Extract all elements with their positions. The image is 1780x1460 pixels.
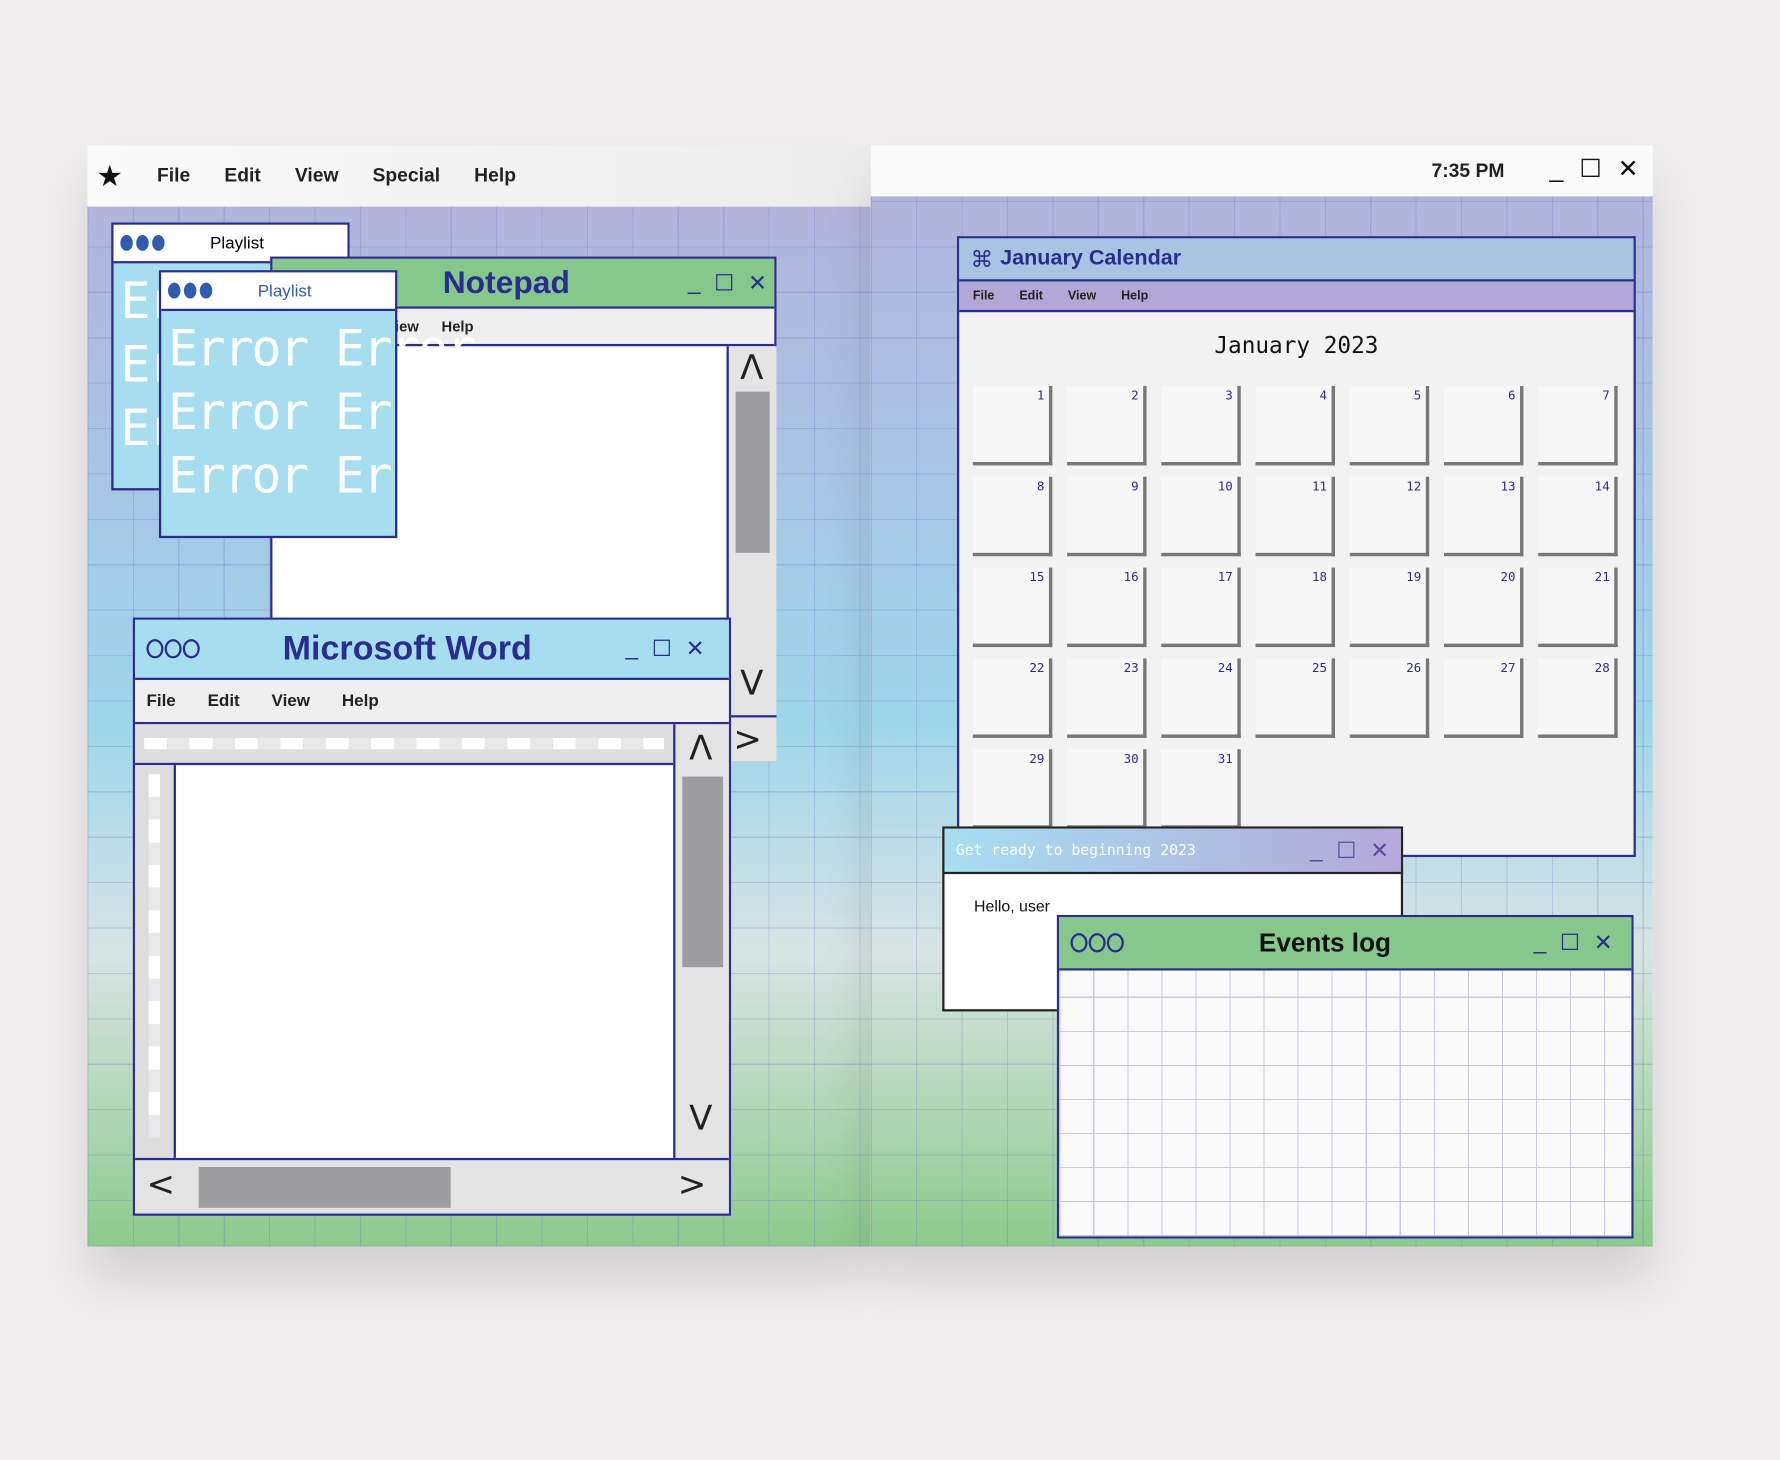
scroll-right-icon[interactable]: > (733, 720, 762, 760)
calendar-day[interactable]: 28 (1538, 658, 1618, 738)
calendar-day[interactable]: 12 (1349, 476, 1430, 557)
calendar-day[interactable]: 11 (1255, 476, 1335, 557)
menu-bar: ★ File Edit View Special Help (87, 145, 871, 207)
menu-view[interactable]: View (1068, 289, 1096, 303)
stage: ★ File Edit View Special Help 7:35 PM _ ☐ ✕ … (0, 0, 1780, 1460)
close-icon[interactable]: ✕ (1370, 836, 1389, 864)
calendar-day[interactable]: 22 (972, 658, 1053, 738)
calendar-day[interactable]: 9 (1067, 476, 1147, 557)
scroll-thumb[interactable] (682, 776, 724, 968)
star-icon[interactable]: ★ (96, 158, 122, 193)
maximize-icon[interactable]: ☐ (1336, 836, 1356, 864)
menu-edit[interactable]: Edit (1019, 289, 1043, 303)
scroll-down-icon[interactable]: V (740, 664, 763, 704)
clock: 7:35 PM (1431, 160, 1505, 182)
menu-file[interactable]: File (973, 289, 995, 303)
menu-help[interactable]: Help (474, 165, 516, 188)
scroll-thumb[interactable] (735, 391, 770, 553)
scroll-right-icon[interactable]: > (678, 1165, 707, 1205)
minimize-icon[interactable]: _ (1310, 837, 1323, 863)
calendar-day[interactable]: 26 (1349, 658, 1430, 738)
minimize-icon[interactable]: _ (688, 270, 701, 296)
calendar-day[interactable]: 7 (1538, 385, 1618, 466)
greeting-title: Get ready to beginning 2023 (955, 841, 1196, 859)
scroll-left-icon[interactable]: < (146, 1165, 175, 1205)
word-window[interactable]: Microsoft Word _ ☐ ✕ File Edit View Help Λ V … (132, 617, 732, 1216)
menu-view[interactable]: View (272, 691, 311, 710)
minimize-icon[interactable]: _ (1534, 930, 1547, 956)
maximize-icon[interactable]: ☐ (714, 268, 734, 296)
calendar-day[interactable]: 13 (1443, 476, 1524, 557)
calendar-day[interactable]: 10 (1161, 476, 1241, 557)
calendar-day[interactable]: 30 (1067, 749, 1147, 829)
events-log-window[interactable]: Events log _ ☐ ✕ (1056, 914, 1634, 1239)
menu-help[interactable]: Help (1121, 289, 1148, 303)
calendar-day[interactable]: 3 (1161, 385, 1241, 466)
vertical-scrollbar[interactable]: Λ V (726, 346, 777, 716)
calendar-day[interactable]: 19 (1349, 567, 1430, 648)
error-text: Error Error (168, 383, 476, 442)
maximize-icon[interactable]: ☐ (1579, 154, 1601, 184)
calendar-day[interactable]: 5 (1349, 385, 1430, 466)
menu-special[interactable]: Special (373, 165, 441, 188)
close-icon[interactable]: ✕ (686, 635, 705, 663)
minimize-icon[interactable]: _ (1550, 154, 1564, 184)
error-text: Error Error (168, 447, 476, 506)
calendar-day[interactable]: 23 (1067, 658, 1147, 738)
horizontal-ruler (135, 724, 674, 766)
events-grid (1059, 970, 1632, 1237)
calendar-title: January Calendar (1000, 246, 1182, 271)
calendar-day[interactable]: 8 (972, 476, 1053, 557)
calendar-window[interactable]: ⌘ January Calendar File Edit View Help Janu… (956, 236, 1636, 858)
top-bar: 7:35 PM _ ☐ ✕ (870, 145, 1653, 197)
calendar-day[interactable]: 29 (972, 749, 1053, 829)
close-icon[interactable]: ✕ (748, 268, 767, 296)
greeting-message: Hello, user (974, 896, 1050, 915)
maximize-icon[interactable]: ☐ (652, 635, 672, 663)
calendar-day[interactable]: 24 (1161, 658, 1241, 738)
playlist-window-front[interactable]: Playlist Error Error Error Error Error E… (158, 270, 476, 539)
playlist-title: Playlist (257, 280, 312, 301)
scroll-thumb[interactable] (198, 1166, 451, 1208)
calendar-day[interactable]: 21 (1538, 567, 1618, 648)
calendar-day[interactable]: 16 (1067, 567, 1147, 648)
calendar-day[interactable]: 27 (1443, 658, 1524, 738)
menu-help[interactable]: Help (342, 691, 379, 710)
calendar-day[interactable]: 17 (1161, 567, 1241, 648)
menu-edit[interactable]: Edit (208, 691, 240, 710)
maximize-icon[interactable]: ☐ (1560, 929, 1580, 957)
horizontal-scrollbar[interactable]: < > (135, 1157, 729, 1214)
menu-edit[interactable]: Edit (224, 165, 260, 188)
vertical-ruler (135, 765, 176, 1158)
calendar-day[interactable]: 1 (972, 385, 1053, 466)
calendar-day[interactable]: 2 (1067, 385, 1147, 466)
close-icon[interactable]: ✕ (1618, 154, 1639, 184)
menu-file[interactable]: File (146, 691, 175, 710)
error-text: Error Error (168, 320, 476, 379)
menu-view[interactable]: View (295, 165, 339, 188)
calendar-day[interactable]: 15 (972, 567, 1053, 648)
playlist-title: Playlist (210, 233, 264, 253)
calendar-day[interactable]: 25 (1255, 658, 1335, 738)
vertical-scrollbar[interactable]: Λ V (673, 724, 729, 1158)
word-title: Microsoft Word (282, 629, 532, 667)
month-heading: January 2023 (1214, 331, 1379, 359)
close-icon[interactable]: ✕ (1594, 929, 1613, 957)
calendar-day[interactable]: 20 (1443, 567, 1524, 648)
menu-file[interactable]: File (157, 165, 190, 188)
calendar-day[interactable]: 4 (1255, 385, 1335, 466)
calendar-day[interactable]: 18 (1255, 567, 1335, 648)
scroll-down-icon[interactable]: V (689, 1099, 712, 1139)
calendar-day[interactable]: 31 (1161, 749, 1241, 829)
minimize-icon[interactable]: _ (625, 636, 638, 662)
events-title: Events log (1258, 927, 1391, 957)
calendar-day[interactable]: 6 (1443, 385, 1524, 466)
scroll-up-icon[interactable]: Λ (689, 729, 712, 769)
calendar-logo-icon: ⌘ (970, 246, 994, 272)
scroll-up-icon[interactable]: Λ (740, 349, 763, 389)
notepad-title: Notepad (442, 264, 570, 300)
calendar-day[interactable]: 14 (1538, 476, 1618, 557)
